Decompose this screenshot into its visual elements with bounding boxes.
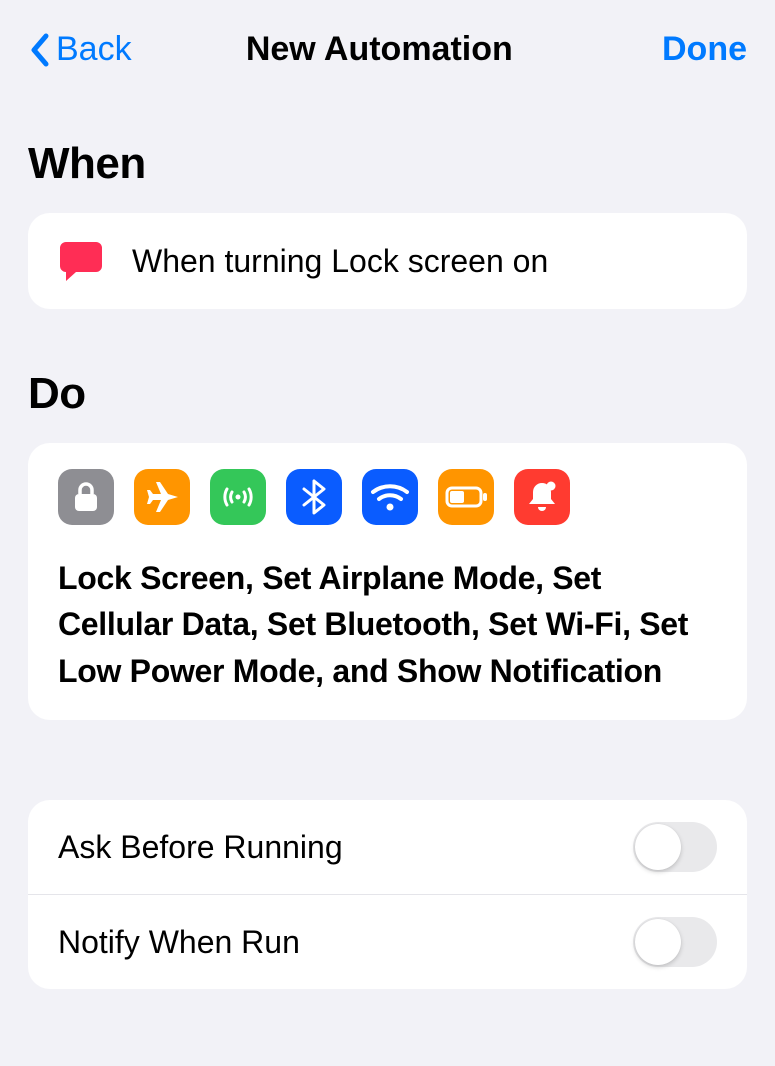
bell-icon bbox=[514, 469, 570, 525]
done-button[interactable]: Done bbox=[627, 30, 747, 69]
when-header: When bbox=[28, 139, 747, 189]
notify-when-run-row: Notify When Run bbox=[28, 895, 747, 989]
lock-icon bbox=[58, 469, 114, 525]
chevron-left-icon bbox=[28, 32, 50, 68]
ask-before-running-toggle[interactable] bbox=[633, 822, 717, 872]
notify-when-run-label: Notify When Run bbox=[58, 924, 300, 961]
do-card[interactable]: Lock Screen, Set Airplane Mode, Set Cell… bbox=[28, 443, 747, 720]
when-card[interactable]: When turning Lock screen on bbox=[28, 213, 747, 309]
when-text: When turning Lock screen on bbox=[132, 243, 548, 280]
back-button[interactable]: Back bbox=[28, 30, 132, 69]
back-label: Back bbox=[56, 30, 132, 69]
do-header: Do bbox=[28, 369, 747, 419]
airplane-icon bbox=[134, 469, 190, 525]
ask-before-running-row: Ask Before Running bbox=[28, 800, 747, 895]
do-text: Lock Screen, Set Airplane Mode, Set Cell… bbox=[58, 555, 717, 694]
bluetooth-icon bbox=[286, 469, 342, 525]
ask-before-running-label: Ask Before Running bbox=[58, 829, 343, 866]
toggle-knob bbox=[635, 919, 681, 965]
cellular-icon bbox=[210, 469, 266, 525]
wifi-icon bbox=[362, 469, 418, 525]
settings-card: Ask Before Running Notify When Run bbox=[28, 800, 747, 989]
battery-icon bbox=[438, 469, 494, 525]
toggle-knob bbox=[635, 824, 681, 870]
page-title: New Automation bbox=[132, 30, 627, 69]
navigation-bar: Back New Automation Done bbox=[0, 0, 775, 79]
speech-bubble-icon bbox=[58, 239, 104, 283]
action-icon-row bbox=[58, 469, 717, 525]
notify-when-run-toggle[interactable] bbox=[633, 917, 717, 967]
